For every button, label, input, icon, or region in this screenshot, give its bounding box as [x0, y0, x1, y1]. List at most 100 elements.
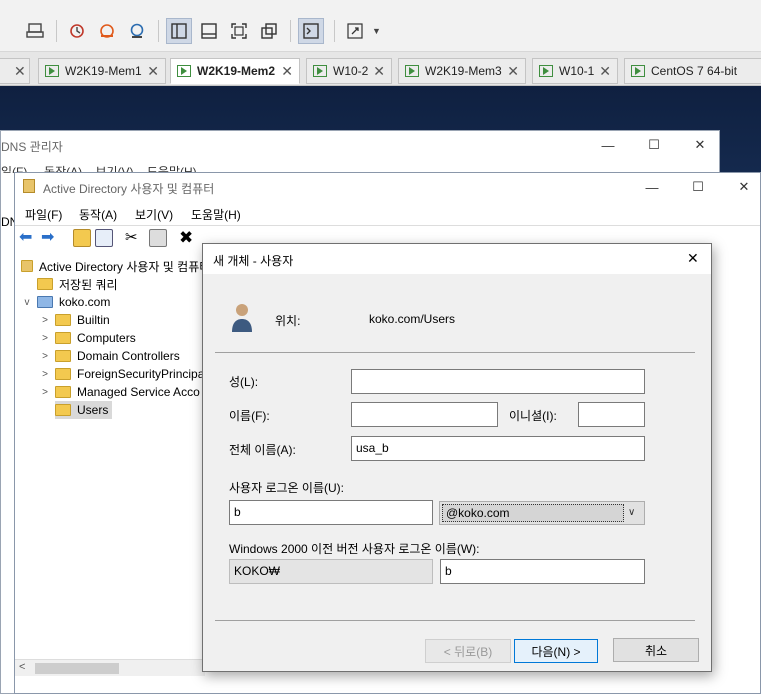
snapshot-icon[interactable]: [64, 18, 90, 44]
dialog-title: 새 개체 - 사용자: [213, 254, 294, 268]
tree-item-root[interactable]: Active Directory 사용자 및 컴퓨터: [21, 257, 210, 275]
tree-item-foreign-security[interactable]: > ForeignSecurityPrincipa: [39, 365, 204, 383]
vm-tab-bar: ✕ W2K19-Mem1 ✕ W2K19-Mem2 ✕ W10-2 ✕ W2K19-M…: [0, 52, 761, 86]
first-name-label: 이름(F):: [229, 409, 270, 423]
pre2000-label: Windows 2000 이전 버전 사용자 로그온 이름(W):: [229, 542, 480, 556]
domain-icon: [37, 296, 53, 308]
delete-icon[interactable]: ✖: [179, 229, 197, 247]
chevron-down-icon[interactable]: ▼: [372, 26, 381, 36]
close-icon[interactable]: ✕: [147, 63, 159, 80]
pre2000-domain-field: KOKO₩: [229, 559, 433, 584]
close-icon[interactable]: ✕: [373, 63, 385, 80]
minimize-icon[interactable]: —: [629, 173, 675, 201]
send-ctrl-alt-del-icon[interactable]: [22, 18, 48, 44]
scrollbar-thumb[interactable]: [35, 663, 119, 674]
vm-icon: [405, 65, 419, 77]
initials-label: 이니셜(I):: [509, 409, 557, 423]
location-value: koko.com/Users: [369, 312, 456, 326]
tree-scrollbar[interactable]: <: [15, 659, 205, 676]
paste-icon[interactable]: [149, 229, 167, 247]
menu-file[interactable]: 파일(F): [25, 206, 62, 223]
folder-icon: [37, 278, 53, 290]
first-name-field[interactable]: [351, 402, 498, 427]
tab-vm-4[interactable]: W10-1 ✕: [532, 58, 618, 84]
close-icon[interactable]: ✕: [599, 63, 611, 80]
back-arrow-icon[interactable]: ⬅: [19, 229, 37, 247]
tab-partial[interactable]: ✕: [0, 58, 30, 84]
fullscreen-icon[interactable]: [226, 18, 252, 44]
maximize-icon[interactable]: ☐: [675, 173, 721, 201]
show-tree-icon[interactable]: [95, 229, 113, 247]
last-name-field[interactable]: [351, 369, 645, 394]
next-button[interactable]: 다음(N) >: [514, 639, 598, 663]
initials-field[interactable]: [578, 402, 645, 427]
tree-item-users[interactable]: Users: [55, 401, 113, 419]
chevron-right-icon[interactable]: >: [39, 351, 51, 362]
full-name-label: 전체 이름(A):: [229, 443, 296, 457]
chevron-down-icon[interactable]: v: [21, 297, 33, 308]
close-icon[interactable]: ✕: [14, 63, 26, 80]
close-icon[interactable]: ✕: [507, 63, 519, 80]
unity-icon[interactable]: [256, 18, 282, 44]
aduc-app-icon: [23, 179, 35, 193]
menu-help[interactable]: 도움말(H): [191, 206, 241, 223]
cut-icon[interactable]: ✂: [125, 229, 143, 247]
divider: [215, 620, 695, 621]
chevron-down-icon[interactable]: ∨: [628, 507, 635, 518]
minimize-icon[interactable]: —: [585, 131, 631, 159]
chevron-left-icon[interactable]: <: [19, 661, 25, 673]
upn-suffix-select[interactable]: @koko.com ∨: [439, 501, 645, 525]
last-name-label: 성(L):: [229, 375, 259, 389]
logon-name-field[interactable]: b: [229, 500, 433, 525]
full-name-field[interactable]: usa_b: [351, 436, 645, 461]
library-view-icon[interactable]: [166, 18, 192, 44]
folder-up-icon[interactable]: [73, 229, 91, 247]
chevron-right-icon[interactable]: >: [39, 315, 51, 326]
tree-item-domain-controllers[interactable]: > Domain Controllers: [39, 347, 180, 365]
folder-icon: [55, 404, 71, 416]
pre2000-name-field[interactable]: b: [440, 559, 645, 584]
tree-item-builtin[interactable]: > Builtin: [39, 311, 110, 329]
tab-vm-1[interactable]: W2K19-Mem2 ✕: [170, 58, 300, 84]
tree-item-domain[interactable]: v koko.com: [21, 293, 111, 311]
folder-icon: [55, 332, 71, 344]
close-icon[interactable]: ✕: [281, 63, 293, 80]
tree-item-managed-service[interactable]: > Managed Service Acco: [39, 383, 200, 401]
close-icon[interactable]: ✕: [721, 173, 761, 201]
chevron-right-icon[interactable]: >: [39, 369, 51, 380]
chevron-right-icon[interactable]: >: [39, 333, 51, 344]
close-icon[interactable]: ✕: [677, 131, 723, 159]
aduc-icon: [21, 260, 33, 272]
window-title: DNS 관리자: [1, 140, 63, 154]
dialog-titlebar: 새 개체 - 사용자 ✕: [203, 244, 711, 274]
tab-vm-5[interactable]: CentOS 7 64-bit: [624, 58, 761, 84]
revert-snapshot-icon[interactable]: [94, 18, 120, 44]
console-view-icon[interactable]: [298, 18, 324, 44]
tree-item-saved-queries[interactable]: 저장된 쿼리: [37, 275, 118, 293]
forward-arrow-icon[interactable]: ➡: [41, 229, 59, 247]
menu-action[interactable]: 동작(A): [79, 206, 117, 223]
stretch-guest-icon[interactable]: [342, 18, 368, 44]
tab-vm-0[interactable]: W2K19-Mem1 ✕: [38, 58, 166, 84]
vm-icon: [177, 65, 191, 77]
logon-name-label: 사용자 로그온 이름(U):: [229, 481, 344, 495]
thumbnail-view-icon[interactable]: [196, 18, 222, 44]
menu-view[interactable]: 보기(V): [135, 206, 173, 223]
back-button[interactable]: < 뒤로(B): [425, 639, 511, 663]
new-user-dialog[interactable]: 새 개체 - 사용자 ✕ 위치: koko.com/Users 성(L): 이름…: [202, 243, 712, 672]
close-icon[interactable]: ✕: [687, 250, 699, 267]
cancel-button[interactable]: 취소: [613, 638, 699, 662]
user-icon: [231, 302, 253, 332]
tab-vm-2[interactable]: W10-2 ✕: [306, 58, 392, 84]
maximize-icon[interactable]: ☐: [631, 131, 677, 159]
folder-icon: [55, 368, 71, 380]
window-title: Active Directory 사용자 및 컴퓨터: [43, 182, 215, 196]
tree-pane: Active Directory 사용자 및 컴퓨터 저장된 쿼리 v koko…: [15, 251, 210, 691]
divider: [215, 352, 695, 353]
tree-item-computers[interactable]: > Computers: [39, 329, 136, 347]
vm-icon: [313, 65, 327, 77]
snapshot-manager-icon[interactable]: [124, 18, 150, 44]
ou-folder-icon: [55, 350, 71, 362]
tab-vm-3[interactable]: W2K19-Mem3 ✕: [398, 58, 526, 84]
chevron-right-icon[interactable]: >: [39, 387, 51, 398]
